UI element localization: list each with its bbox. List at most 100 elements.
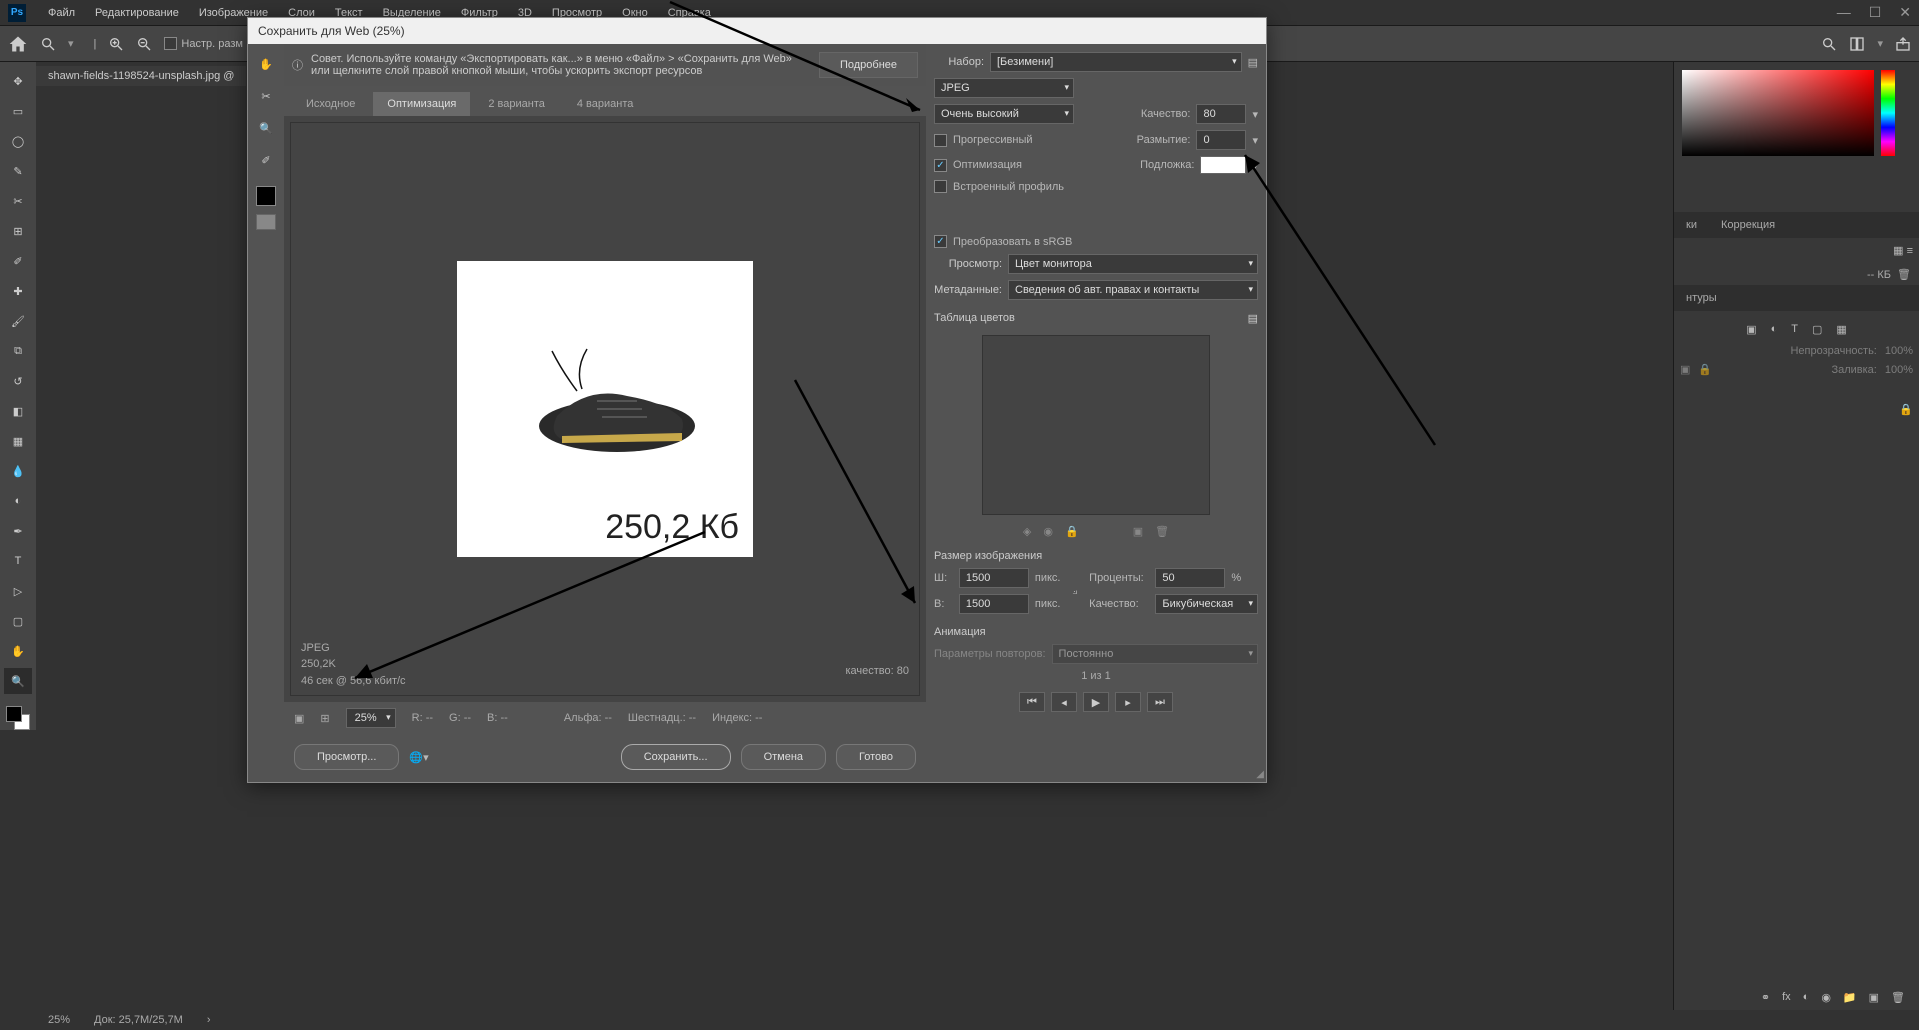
pen-tool[interactable]: ✒ bbox=[4, 518, 32, 544]
menu-file[interactable]: Файл bbox=[38, 7, 85, 19]
status-arrow-icon[interactable]: › bbox=[207, 1014, 211, 1026]
resize-grip-icon[interactable]: ◢ bbox=[1256, 769, 1264, 780]
hand-tool[interactable]: ✋ bbox=[4, 638, 32, 664]
window-maximize-icon[interactable]: ☐ bbox=[1869, 4, 1882, 21]
window-close-icon[interactable]: ✕ bbox=[1899, 4, 1911, 21]
filter-image-icon[interactable]: ▣ bbox=[1746, 323, 1756, 336]
crop-tool[interactable]: ✂ bbox=[4, 188, 32, 214]
embed-profile-checkbox[interactable] bbox=[934, 180, 947, 193]
eyedropper-color[interactable] bbox=[256, 186, 276, 206]
resize-checkbox[interactable]: Настр. разм bbox=[164, 37, 243, 50]
zoom-tool-icon[interactable]: 🔍 bbox=[254, 116, 278, 140]
srgb-checkbox[interactable] bbox=[934, 235, 947, 248]
color-swatches[interactable] bbox=[6, 706, 30, 730]
dodge-tool[interactable]: ◐ bbox=[4, 488, 32, 514]
preview-mode-select[interactable]: Цвет монитора bbox=[1008, 254, 1258, 274]
ct-lock-icon[interactable]: 🔒 bbox=[1065, 525, 1079, 538]
home-icon[interactable] bbox=[8, 34, 28, 54]
history-brush-tool[interactable]: ↺ bbox=[4, 368, 32, 394]
ct-icon1[interactable]: ◈ bbox=[1023, 525, 1031, 538]
optimized-checkbox[interactable] bbox=[934, 159, 947, 172]
view-mode-icon[interactable]: ▣ bbox=[294, 712, 304, 725]
window-minimize-icon[interactable]: — bbox=[1837, 4, 1851, 21]
filter-shape-icon[interactable]: ▢ bbox=[1812, 323, 1822, 336]
percent-input[interactable]: 50 bbox=[1155, 568, 1225, 588]
format-select[interactable]: JPEG bbox=[934, 78, 1074, 98]
link-icon[interactable]: ⚭ bbox=[1761, 991, 1770, 1004]
matte-color[interactable] bbox=[1200, 156, 1246, 174]
share-icon[interactable] bbox=[1895, 36, 1911, 52]
slice-visibility-icon[interactable] bbox=[256, 214, 276, 230]
quality-preset-select[interactable]: Очень высокий bbox=[934, 104, 1074, 124]
slice-tool-icon[interactable]: ✂ bbox=[254, 84, 278, 108]
anim-last-icon[interactable]: ⏭ bbox=[1147, 692, 1173, 712]
filter-adjust-icon[interactable]: ◐ bbox=[1771, 323, 1778, 336]
new-layer-icon[interactable]: ▣ bbox=[1869, 991, 1879, 1004]
anim-prev-icon[interactable]: ◂ bbox=[1051, 692, 1077, 712]
ct-icon2[interactable]: ◉ bbox=[1043, 525, 1053, 538]
opacity-value[interactable]: 100% bbox=[1885, 345, 1913, 357]
lock-icon[interactable]: ▣ bbox=[1680, 363, 1690, 376]
filter-smart-icon[interactable]: ▦ bbox=[1836, 323, 1846, 336]
trash-icon[interactable]: 🗑 bbox=[1897, 268, 1911, 281]
eyedropper-tool[interactable]: ✐ bbox=[4, 248, 32, 274]
mask-icon[interactable]: ◐ bbox=[1803, 991, 1810, 1004]
view-mode-icon2[interactable]: ⊞ bbox=[320, 712, 329, 725]
height-input[interactable]: 1500 bbox=[959, 594, 1029, 614]
group-icon[interactable]: 📁 bbox=[1843, 991, 1857, 1004]
panel-tab-1[interactable]: ки bbox=[1680, 216, 1703, 234]
blur-input[interactable]: 0 bbox=[1196, 130, 1246, 150]
brush-tool[interactable]: 🖌 bbox=[4, 308, 32, 334]
browser-icon[interactable]: 🌐▾ bbox=[409, 751, 428, 764]
quality-input[interactable]: 80 bbox=[1196, 104, 1246, 124]
menu-edit[interactable]: Редактирование bbox=[85, 7, 189, 19]
metadata-select[interactable]: Сведения об авт. правах и контакты bbox=[1008, 280, 1258, 300]
move-tool[interactable]: ✥ bbox=[4, 68, 32, 94]
quality-dropdown-icon[interactable]: ▾ bbox=[1252, 108, 1258, 121]
zoom-in-icon[interactable] bbox=[108, 36, 124, 52]
save-button[interactable]: Сохранить... bbox=[621, 744, 731, 770]
type-tool[interactable]: T bbox=[4, 548, 32, 574]
tab-original[interactable]: Исходное bbox=[292, 92, 369, 116]
adjustment-icon[interactable]: ◉ bbox=[1821, 991, 1831, 1004]
lock-icon2[interactable]: 🔒 bbox=[1698, 363, 1712, 376]
panel-tab-paths[interactable]: нтуры bbox=[1680, 289, 1723, 307]
lasso-tool[interactable]: ◯ bbox=[4, 128, 32, 154]
preview-button[interactable]: Просмотр... bbox=[294, 744, 399, 770]
foreground-color[interactable] bbox=[6, 706, 22, 722]
ct-new-icon[interactable]: ▣ bbox=[1133, 525, 1143, 538]
blur-dropdown-icon[interactable]: ▾ bbox=[1252, 134, 1258, 147]
learn-more-button[interactable]: Подробнее bbox=[819, 52, 918, 78]
done-button[interactable]: Готово bbox=[836, 744, 916, 770]
healing-tool[interactable]: ✚ bbox=[4, 278, 32, 304]
frame-tool[interactable]: ⊞ bbox=[4, 218, 32, 244]
workspace-icon[interactable] bbox=[1849, 36, 1865, 52]
quick-select-tool[interactable]: ✎ bbox=[4, 158, 32, 184]
stamp-tool[interactable]: ⧉ bbox=[4, 338, 32, 364]
resample-select[interactable]: Бикубическая bbox=[1155, 594, 1258, 614]
ct-trash-icon[interactable]: 🗑 bbox=[1155, 525, 1169, 538]
list-view-icon[interactable]: ≡ bbox=[1907, 245, 1913, 257]
document-tab[interactable]: shawn-fields-1198524-unsplash.jpg @ bbox=[36, 66, 246, 86]
cancel-button[interactable]: Отмена bbox=[741, 744, 826, 770]
eraser-tool[interactable]: ◧ bbox=[4, 398, 32, 424]
blur-tool[interactable]: 💧 bbox=[4, 458, 32, 484]
panel-tab-correction[interactable]: Коррекция bbox=[1715, 216, 1781, 234]
anim-next-icon[interactable]: ▸ bbox=[1115, 692, 1141, 712]
marquee-tool[interactable]: ▭ bbox=[4, 98, 32, 124]
zoom-select[interactable]: 25% bbox=[346, 708, 396, 728]
hue-slider[interactable] bbox=[1881, 70, 1895, 156]
fx-icon[interactable]: fx bbox=[1782, 991, 1791, 1004]
preset-menu-icon[interactable]: ▤ bbox=[1248, 56, 1258, 69]
tab-2up[interactable]: 2 варианта bbox=[474, 92, 559, 116]
tab-4up[interactable]: 4 варианта bbox=[563, 92, 648, 116]
status-zoom[interactable]: 25% bbox=[48, 1014, 70, 1026]
gradient-tool[interactable]: ▦ bbox=[4, 428, 32, 454]
width-input[interactable]: 1500 bbox=[959, 568, 1029, 588]
search-icon[interactable] bbox=[1821, 36, 1837, 52]
zoom-tool[interactable]: 🔍 bbox=[4, 668, 32, 694]
anim-first-icon[interactable]: ⏮ bbox=[1019, 692, 1045, 712]
progressive-checkbox[interactable] bbox=[934, 134, 947, 147]
shape-tool[interactable]: ▢ bbox=[4, 608, 32, 634]
hand-tool-icon[interactable]: ✋ bbox=[254, 52, 278, 76]
